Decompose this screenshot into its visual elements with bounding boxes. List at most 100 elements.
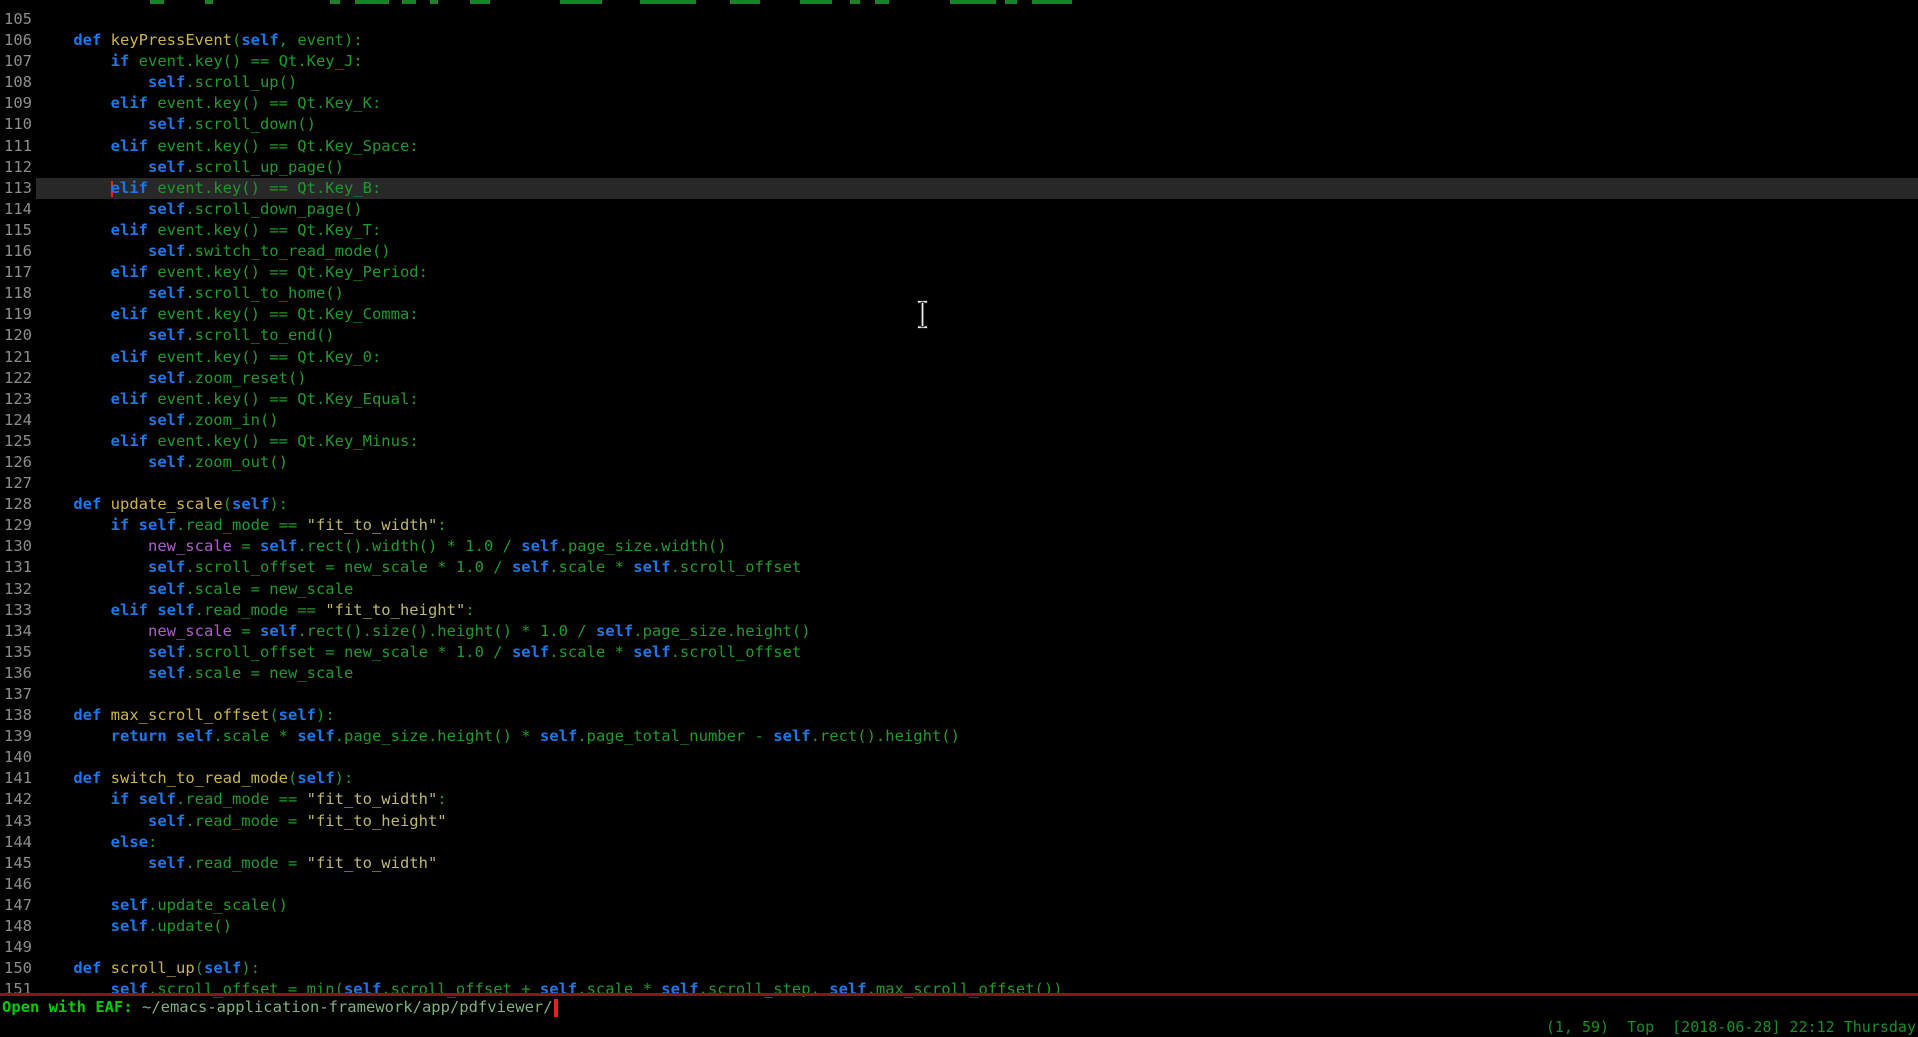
code-line[interactable]: 114 self.scroll_down_page() [0, 199, 1918, 220]
code-line[interactable]: 115 elif event.key() == Qt.Key_T: [0, 220, 1918, 241]
code-line[interactable]: 135 self.scroll_offset = new_scale * 1.0… [0, 642, 1918, 663]
code-line[interactable]: 111 elif event.key() == Qt.Key_Space: [0, 136, 1918, 157]
code-text: self.scroll_to_end() [36, 325, 1918, 346]
code-token: .page_size.height() * [335, 727, 540, 745]
code-text: elif event.key() == Qt.Key_Period: [36, 262, 1918, 283]
minibuffer-input[interactable]: ~/emacs-application-framework/app/pdfvie… [142, 998, 553, 1016]
code-line[interactable]: 147 self.update_scale() [0, 895, 1918, 916]
code-token: self [139, 790, 176, 808]
code-text: elif event.key() == Qt.Key_Space: [36, 136, 1918, 157]
line-number: 121 [0, 347, 36, 368]
line-number: 129 [0, 515, 36, 536]
code-line[interactable]: 121 elif event.key() == Qt.Key_0: [0, 347, 1918, 368]
buffer-position: Top [1627, 1018, 1654, 1036]
code-token: event.key() == Qt.Key_0: [148, 348, 381, 366]
line-number: 134 [0, 621, 36, 642]
code-line[interactable]: 110 self.scroll_down() [0, 114, 1918, 135]
code-line[interactable]: 125 elif event.key() == Qt.Key_Minus: [0, 431, 1918, 452]
code-line[interactable]: 149 [0, 937, 1918, 958]
line-number: 120 [0, 325, 36, 346]
code-text [36, 473, 1918, 494]
code-line[interactable]: 131 self.scroll_offset = new_scale * 1.0… [0, 557, 1918, 578]
code-line[interactable]: 138 def max_scroll_offset(self): [0, 705, 1918, 726]
code-line[interactable]: 127 [0, 473, 1918, 494]
code-line[interactable]: 119 elif event.key() == Qt.Key_Comma: [0, 304, 1918, 325]
code-line[interactable]: 139 return self.scale * self.page_size.h… [0, 726, 1918, 747]
code-line[interactable]: 140 [0, 747, 1918, 768]
code-line[interactable]: 117 elif event.key() == Qt.Key_Period: [0, 262, 1918, 283]
code-token [167, 727, 176, 745]
code-line[interactable]: 109 elif event.key() == Qt.Key_K: [0, 93, 1918, 114]
code-line[interactable]: 129 if self.read_mode == "fit_to_width": [0, 515, 1918, 536]
cursor-position: (1, 59) [1546, 1018, 1609, 1036]
line-number: 141 [0, 768, 36, 789]
code-token: .rect().height() [811, 727, 960, 745]
code-line[interactable]: 120 self.scroll_to_end() [0, 325, 1918, 346]
code-editor[interactable]: 105106 def keyPressEvent(self, event):10… [0, 9, 1918, 1000]
line-number: 123 [0, 389, 36, 410]
code-line[interactable]: 113 elif event.key() == Qt.Key_B: [0, 178, 1918, 199]
code-line[interactable]: 128 def update_scale(self): [0, 494, 1918, 515]
code-token: .scale = new_scale [185, 664, 353, 682]
code-line[interactable]: 123 elif event.key() == Qt.Key_Equal: [0, 389, 1918, 410]
code-line[interactable]: 141 def switch_to_read_mode(self): [0, 768, 1918, 789]
code-token [36, 833, 111, 851]
code-line[interactable]: 146 [0, 874, 1918, 895]
code-token: def [73, 495, 101, 513]
code-token: "fit_to_height" [307, 812, 447, 830]
code-token [36, 558, 148, 576]
minibuffer[interactable]: Open with EAF: ~/emacs-application-frame… [2, 997, 558, 1018]
code-line[interactable]: 130 new_scale = self.rect().width() * 1.… [0, 536, 1918, 557]
code-line[interactable]: 132 self.scale = new_scale [0, 579, 1918, 600]
code-token [36, 115, 148, 133]
code-line[interactable]: 106 def keyPressEvent(self, event): [0, 30, 1918, 51]
code-line[interactable]: 122 self.zoom_reset() [0, 368, 1918, 389]
code-line[interactable]: 136 self.scale = new_scale [0, 663, 1918, 684]
code-token: self [540, 727, 577, 745]
code-token [36, 622, 148, 640]
code-text: def scroll_up(self): [36, 958, 1918, 979]
code-line[interactable]: 148 self.update() [0, 916, 1918, 937]
code-line[interactable]: 137 [0, 684, 1918, 705]
code-token: self [148, 284, 185, 302]
minibuffer-prompt: Open with EAF: [2, 998, 142, 1016]
code-token: return [111, 727, 167, 745]
code-line[interactable]: 143 self.read_mode = "fit_to_height" [0, 811, 1918, 832]
code-text: self.read_mode = "fit_to_height" [36, 811, 1918, 832]
line-number: 137 [0, 684, 36, 705]
code-line[interactable]: 150 def scroll_up(self): [0, 958, 1918, 979]
line-number: 126 [0, 452, 36, 473]
code-line[interactable]: 108 self.scroll_up() [0, 72, 1918, 93]
code-text: self.scroll_down() [36, 114, 1918, 135]
code-token [36, 664, 148, 682]
code-token: switch_to_read_mode [111, 769, 288, 787]
code-line[interactable]: 116 self.switch_to_read_mode() [0, 241, 1918, 262]
code-line[interactable]: 142 if self.read_mode == "fit_to_width": [0, 789, 1918, 810]
code-line[interactable]: 107 if event.key() == Qt.Key_J: [0, 51, 1918, 72]
code-token: .scroll_up_page() [185, 158, 344, 176]
code-line[interactable]: 118 self.scroll_to_home() [0, 283, 1918, 304]
code-line[interactable]: 134 new_scale = self.rect().size().heigh… [0, 621, 1918, 642]
code-token: self [260, 622, 297, 640]
code-token: .scale = new_scale [185, 580, 353, 598]
code-token [36, 179, 111, 197]
text-cursor [554, 999, 558, 1017]
code-token: ( [288, 769, 297, 787]
code-line[interactable]: 133 elif self.read_mode == "fit_to_heigh… [0, 600, 1918, 621]
line-number: 116 [0, 241, 36, 262]
code-token: = [232, 622, 260, 640]
code-text: elif event.key() == Qt.Key_Comma: [36, 304, 1918, 325]
code-line[interactable]: 144 else: [0, 832, 1918, 853]
clipped-fragment [430, 0, 438, 4]
code-token [36, 390, 111, 408]
code-token: self [148, 453, 185, 471]
code-line[interactable]: 105 [0, 9, 1918, 30]
code-token: elif [111, 221, 148, 239]
code-token: self [157, 601, 194, 619]
code-token: elif [111, 432, 148, 450]
code-token [36, 917, 111, 935]
code-line[interactable]: 145 self.read_mode = "fit_to_width" [0, 853, 1918, 874]
code-line[interactable]: 126 self.zoom_out() [0, 452, 1918, 473]
code-line[interactable]: 112 self.scroll_up_page() [0, 157, 1918, 178]
code-line[interactable]: 124 self.zoom_in() [0, 410, 1918, 431]
